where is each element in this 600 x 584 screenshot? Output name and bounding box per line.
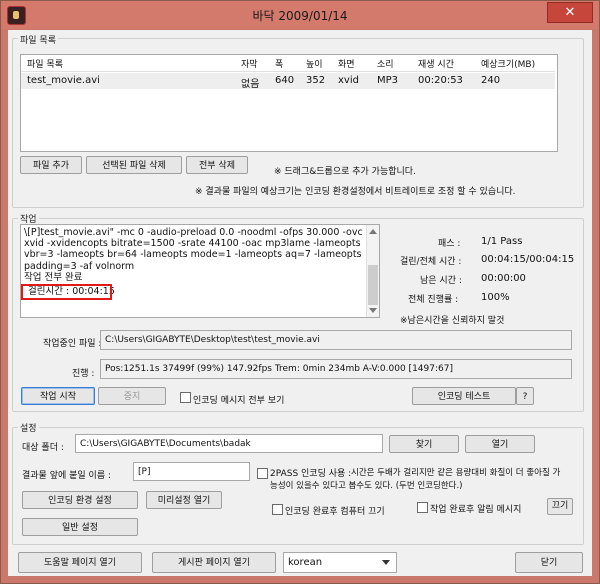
twopass-checkbox[interactable] <box>257 468 268 479</box>
target-folder-field[interactable]: C:\Users\GIGABYTE\Documents\badak <box>75 434 383 453</box>
notify-after-checkbox[interactable] <box>417 502 428 513</box>
target-folder-label: 대상 폴더 : <box>22 443 64 453</box>
close-button[interactable]: 닫기 <box>515 552 583 573</box>
elapsed-total-value: 00:04:15/00:04:15 <box>481 254 575 265</box>
cell-width: 640 <box>275 75 295 86</box>
table-row[interactable]: test_movie.avi 없음 640 352 xvid MP3 00:20… <box>21 73 555 90</box>
progress-field: Pos:1251.1s 37499f (99%) 147.92fps Trem:… <box>100 359 572 379</box>
overall-progress-value: 100% <box>481 292 510 303</box>
progress-label: 진행 : <box>72 369 95 379</box>
shutdown-after-label: 인코딩 완료후 컴퓨터 끄기 <box>285 507 385 517</box>
file-list-group-label: 파일 목록 <box>18 33 58 46</box>
scroll-up-icon[interactable] <box>369 229 377 234</box>
twopass-label: 2PASS 인코딩 사용 : <box>270 469 352 479</box>
notify-off-button[interactable]: 끄기 <box>547 498 573 515</box>
window-close-button[interactable]: ✕ <box>547 2 593 23</box>
encoding-test-button[interactable]: 인코딩 테스트 <box>412 387 516 405</box>
col-header-audio[interactable]: 소리 <box>377 57 394 70</box>
cell-filename: test_movie.avi <box>27 75 100 86</box>
log-output[interactable]: \[P]test_movie.avi" -mc 0 -audio-preload… <box>20 224 380 318</box>
remaining-note: ※남은시간을 신뢰하지 말것 <box>400 316 505 326</box>
log-scrollbar[interactable] <box>366 225 379 317</box>
chevron-down-icon <box>382 560 390 565</box>
col-header-video[interactable]: 화면 <box>338 57 355 70</box>
cell-size: 240 <box>481 75 501 86</box>
scroll-thumb[interactable] <box>368 265 378 305</box>
pass-label: 패스 : <box>438 239 461 249</box>
delete-selected-button[interactable]: 선택된 파일 삭제 <box>86 156 182 174</box>
pass-value: 1/1 Pass <box>481 236 523 247</box>
col-header-width[interactable]: 폭 <box>275 57 283 70</box>
app-window: 바닥 2009/01/14 ✕ 파일 목록 파일 목록 자막 폭 높이 화면 소… <box>0 0 600 584</box>
general-settings-button[interactable]: 일반 설정 <box>22 518 138 536</box>
prefix-field[interactable]: [P] <box>133 462 250 481</box>
show-all-messages-label: 인코딩 메시지 전부 보기 <box>193 396 285 406</box>
current-file-field: C:\Users\GIGABYTE\Desktop\test\test_movi… <box>100 330 572 350</box>
col-header-subtitle[interactable]: 자막 <box>241 57 258 70</box>
window-title: 바닥 2009/01/14 <box>252 9 348 23</box>
notify-after-label: 작업 완료후 알림 메시지 <box>430 505 522 515</box>
cell-duration: 00:20:53 <box>418 75 463 86</box>
encoding-settings-button[interactable]: 인코딩 환경 설정 <box>22 491 138 509</box>
col-header-file[interactable]: 파일 목록 <box>27 57 63 70</box>
settings-group-label: 설정 <box>18 421 39 434</box>
open-help-page-button[interactable]: 도움말 페이지 열기 <box>18 552 142 573</box>
scroll-down-icon[interactable] <box>369 308 377 313</box>
title-bar[interactable]: 바닥 2009/01/14 ✕ <box>1 1 599 29</box>
remaining-label: 남은 시간 : <box>420 276 462 286</box>
log-text: \[P]test_movie.avi" -mc 0 -audio-preload… <box>24 227 363 283</box>
cell-subtitle: 없음 <box>241 79 260 90</box>
size-hint: ※ 결과물 파일의 예상크기는 인코딩 환경설정에서 비트레이트로 조정 할 수… <box>195 187 516 197</box>
cell-height: 352 <box>306 75 326 86</box>
file-table[interactable]: 파일 목록 자막 폭 높이 화면 소리 재생 시간 예상크기(MB) test_… <box>20 54 558 152</box>
client-area: 파일 목록 파일 목록 자막 폭 높이 화면 소리 재생 시간 예상크기(MB)… <box>8 30 592 576</box>
prefix-label: 결과물 앞에 붙일 이름 : <box>22 471 111 481</box>
shutdown-after-checkbox[interactable] <box>272 504 283 515</box>
col-header-size[interactable]: 예상크기(MB) <box>481 57 535 70</box>
elapsed-total-label: 걸린/전체 시간 : <box>400 257 462 267</box>
elapsed-highlight-box <box>21 284 112 300</box>
open-preset-button[interactable]: 미리설정 열기 <box>146 491 222 509</box>
file-table-header: 파일 목록 자막 폭 높이 화면 소리 재생 시간 예상크기(MB) <box>21 55 555 72</box>
current-file-label: 작업중인 파일 : <box>43 339 102 349</box>
remaining-value: 00:00:00 <box>481 273 526 284</box>
language-select[interactable]: korean <box>283 552 397 573</box>
col-header-height[interactable]: 높이 <box>306 57 323 70</box>
start-job-button[interactable]: 작업 시작 <box>21 387 95 405</box>
open-board-page-button[interactable]: 게시판 페이지 열기 <box>152 552 276 573</box>
cell-video: xvid <box>338 75 359 86</box>
col-header-duration[interactable]: 재생 시간 <box>418 57 454 70</box>
delete-all-button[interactable]: 전부 삭제 <box>186 156 248 174</box>
twopass-description-line2: 능성이 있을수 있다고 봅수도 있다. (두번 인코딩한다.) <box>270 481 463 491</box>
browse-button[interactable]: 찾기 <box>389 435 459 453</box>
help-button[interactable]: ? <box>516 387 534 405</box>
overall-progress-label: 전체 진행률 : <box>408 295 459 305</box>
twopass-description-line1: 시간은 두배가 걸리지만 같은 용량대비 화질이 더 좋아질 가 <box>351 468 561 478</box>
add-file-button[interactable]: 파일 추가 <box>20 156 82 174</box>
drag-drop-hint: ※ 드래그&드롭으로 추가 가능합니다. <box>274 167 416 177</box>
show-all-messages-checkbox[interactable] <box>180 392 191 403</box>
language-select-value: korean <box>288 557 323 568</box>
open-folder-button[interactable]: 열기 <box>465 435 535 453</box>
stop-job-button[interactable]: 중지 <box>98 387 166 405</box>
cell-audio: MP3 <box>377 75 399 86</box>
